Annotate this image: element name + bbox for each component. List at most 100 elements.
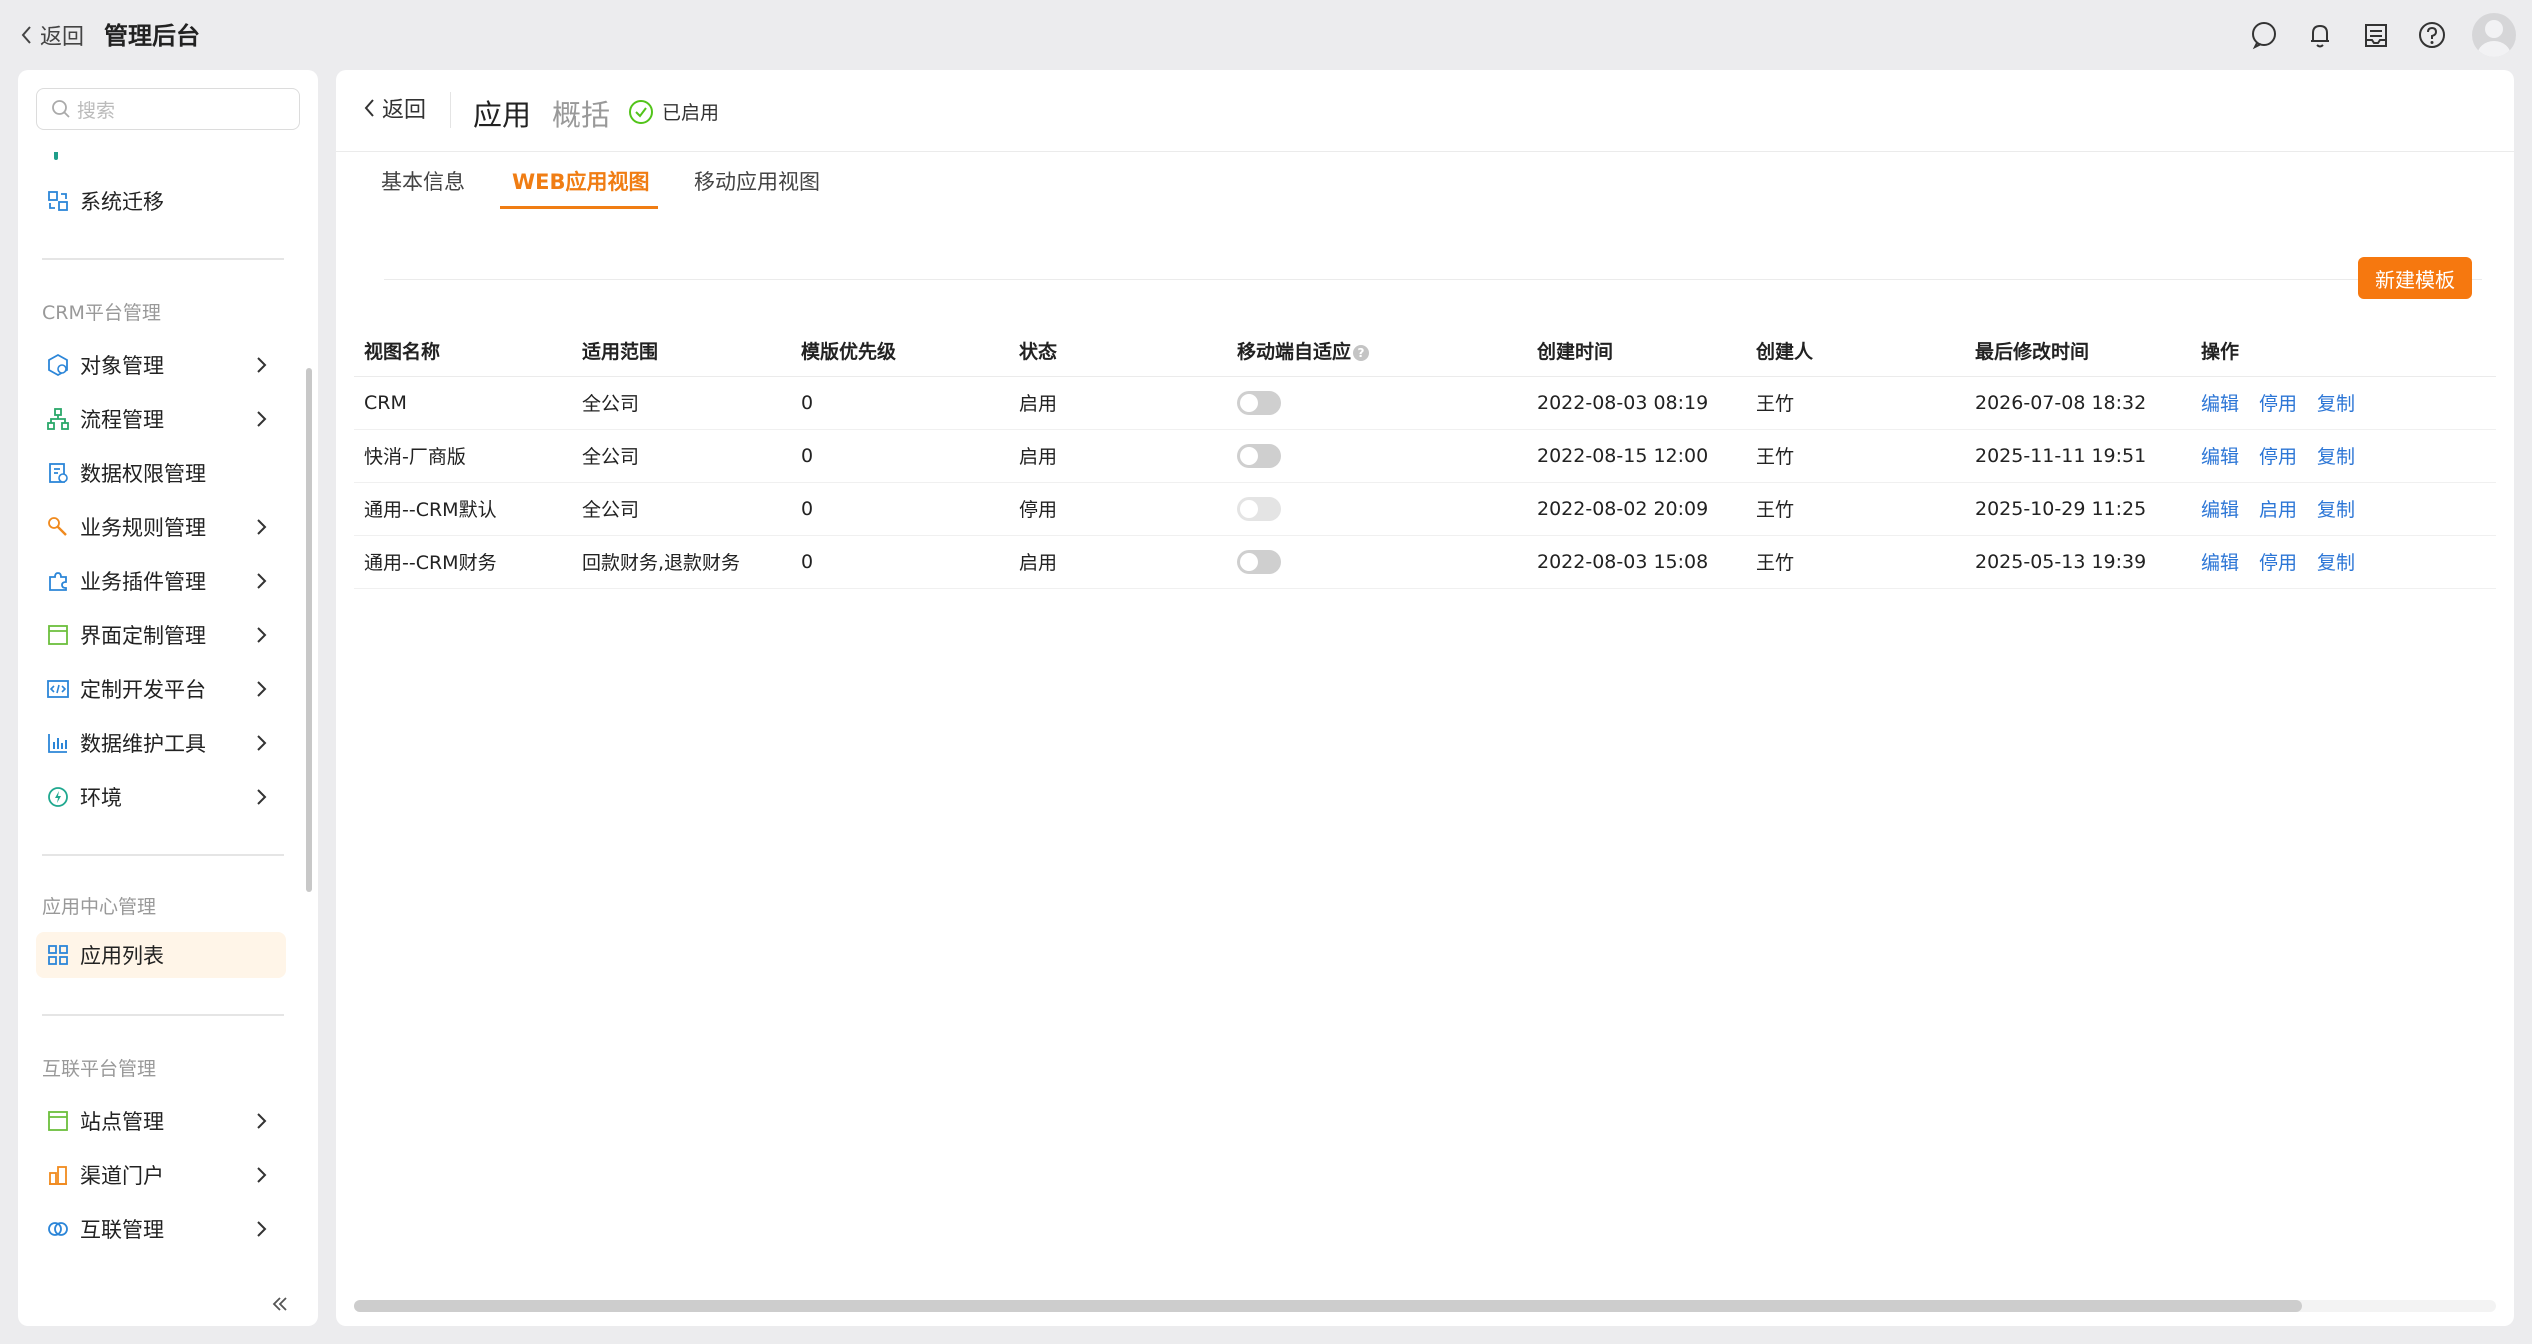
- col-header-created: 创建时间: [1527, 326, 1746, 377]
- divider: [42, 1014, 284, 1016]
- top-icons: [2248, 12, 2532, 58]
- mobile-toggle[interactable]: [1237, 390, 1281, 415]
- sidebar-item-data-maintenance[interactable]: 数据维护工具: [36, 720, 286, 766]
- sidebar-item-interconnect[interactable]: 互联管理: [36, 1206, 286, 1252]
- divider: [450, 92, 451, 128]
- collapse-icon[interactable]: [268, 1292, 292, 1316]
- chevron-right-icon: [257, 1113, 267, 1129]
- col-header-ops: 操作: [2191, 326, 2496, 377]
- sidebar-item-environment[interactable]: 环境: [36, 774, 286, 820]
- enable-link[interactable]: 启用: [2259, 499, 2297, 521]
- sidebar: 搜索 系统迁移 CRM平台管理 对象管理 流程管理 数据权限管理 业务规则管理 …: [18, 70, 318, 1326]
- sidebar-item-label: 环境: [80, 786, 122, 810]
- sidebar-item-app-list[interactable]: 应用列表: [36, 932, 286, 978]
- main-back-button[interactable]: 返回: [362, 92, 426, 124]
- help-icon[interactable]: [2416, 19, 2448, 51]
- cell-scope: 全公司: [572, 429, 791, 483]
- tab-divider: [384, 279, 2482, 280]
- sidebar-item-custom-dev[interactable]: 定制开发平台: [36, 666, 286, 712]
- sidebar-item-layout[interactable]: 界面定制管理: [36, 612, 286, 658]
- top-back-button[interactable]: 返回: [18, 18, 84, 52]
- tab-web-view[interactable]: WEB应用视图: [512, 166, 650, 196]
- object-icon: [46, 353, 70, 377]
- horizontal-scrollbar[interactable]: [354, 1300, 2496, 1312]
- inbox-icon[interactable]: [2360, 19, 2392, 51]
- col-header-priority: 模版优先级: [791, 326, 1009, 377]
- avatar[interactable]: [2472, 13, 2516, 57]
- copy-link[interactable]: 复制: [2317, 393, 2355, 415]
- sidebar-item-object[interactable]: 对象管理: [36, 342, 286, 388]
- cell-mobile: [1227, 429, 1527, 483]
- app-title: 管理后台: [104, 22, 200, 50]
- sidebar-item-migrate[interactable]: 系统迁移: [36, 178, 286, 224]
- divider: [42, 258, 284, 260]
- top-back-label: 返回: [40, 25, 85, 50]
- sidebar-item-business-rule[interactable]: 业务规则管理: [36, 504, 286, 550]
- cell-creator: 王竹: [1746, 429, 1965, 483]
- sidebar-item-label: 对象管理: [80, 354, 164, 378]
- chevron-left-icon: [21, 26, 31, 44]
- mobile-toggle: [1237, 496, 1281, 521]
- sidebar-item-label: 站点管理: [80, 1110, 164, 1134]
- copy-link[interactable]: 复制: [2317, 446, 2355, 468]
- chevron-right-icon: [257, 357, 267, 373]
- sidebar-item-data-permission[interactable]: 数据权限管理: [36, 450, 286, 496]
- edit-link[interactable]: 编辑: [2201, 393, 2239, 415]
- cell-scope: 全公司: [572, 376, 791, 430]
- active-tab-indicator: [500, 206, 658, 209]
- edit-link[interactable]: 编辑: [2201, 552, 2239, 574]
- code-icon: [46, 677, 70, 701]
- sidebar-item-label: 应用列表: [80, 944, 164, 968]
- sidebar-item-channel[interactable]: 渠道门户: [36, 1152, 286, 1198]
- cell-ops: 编辑 停用 复制: [2191, 535, 2496, 589]
- disable-link[interactable]: 停用: [2259, 552, 2297, 574]
- cell-modified: 2025-10-29 11:25: [1965, 482, 2191, 536]
- new-template-button[interactable]: 新建模板: [2358, 257, 2472, 299]
- sidebar-item-label: 界面定制管理: [80, 624, 206, 648]
- sidebar-item-site[interactable]: 站点管理: [36, 1098, 286, 1144]
- data-permission-icon: [46, 461, 70, 485]
- search-input[interactable]: 搜索: [36, 88, 300, 130]
- cell-scope: 回款财务,退款财务: [572, 535, 791, 589]
- sidebar-item-business-plugin[interactable]: 业务插件管理: [36, 558, 286, 604]
- cell-creator: 王竹: [1746, 535, 1965, 589]
- sidebar-scrollbar[interactable]: [306, 368, 312, 892]
- disable-link[interactable]: 停用: [2259, 393, 2297, 415]
- chevron-right-icon: [257, 573, 267, 589]
- page-subtitle[interactable]: 概括: [552, 92, 610, 134]
- scrollbar-thumb[interactable]: [354, 1300, 2302, 1312]
- help-icon[interactable]: ?: [1353, 344, 1370, 361]
- mobile-toggle[interactable]: [1237, 443, 1281, 468]
- col-header-mobile-label: 移动端自适应: [1237, 341, 1352, 364]
- layout-icon: [46, 623, 70, 647]
- table-header-row: 视图名称 适用范围 模版优先级 状态 移动端自适应? 创建时间 创建人 最后修改…: [354, 326, 2496, 377]
- cell-name: 通用--CRM财务: [354, 535, 572, 589]
- view-table: 视图名称 适用范围 模版优先级 状态 移动端自适应? 创建时间 创建人 最后修改…: [354, 326, 2496, 589]
- cell-priority: 0: [791, 535, 1009, 589]
- tab-basic-info[interactable]: 基本信息: [381, 166, 465, 196]
- sidebar-item-label: 渠道门户: [80, 1164, 164, 1188]
- puzzle-icon: [46, 569, 70, 593]
- edit-link[interactable]: 编辑: [2201, 499, 2239, 521]
- edit-link[interactable]: 编辑: [2201, 446, 2239, 468]
- disable-link[interactable]: 停用: [2259, 446, 2297, 468]
- message-icon[interactable]: [2248, 19, 2280, 51]
- page-title: 应用: [473, 98, 532, 132]
- chevron-right-icon: [257, 735, 267, 751]
- bell-icon[interactable]: [2304, 19, 2336, 51]
- cell-creator: 王竹: [1746, 376, 1965, 430]
- status-text: 已启用: [662, 102, 720, 124]
- chevron-right-icon: [257, 627, 267, 643]
- chevron-right-icon: [257, 1221, 267, 1237]
- tab-mobile-view[interactable]: 移动应用视图: [694, 166, 820, 196]
- cell-scope: 全公司: [572, 482, 791, 536]
- flow-icon: [46, 407, 70, 431]
- chevron-left-icon: [364, 99, 374, 117]
- sidebar-item-flow[interactable]: 流程管理: [36, 396, 286, 442]
- sidebar-item-label: 数据维护工具: [80, 732, 206, 756]
- copy-link[interactable]: 复制: [2317, 499, 2355, 521]
- chevron-right-icon: [257, 1167, 267, 1183]
- chevron-right-icon: [257, 411, 267, 427]
- copy-link[interactable]: 复制: [2317, 552, 2355, 574]
- mobile-toggle[interactable]: [1237, 549, 1281, 574]
